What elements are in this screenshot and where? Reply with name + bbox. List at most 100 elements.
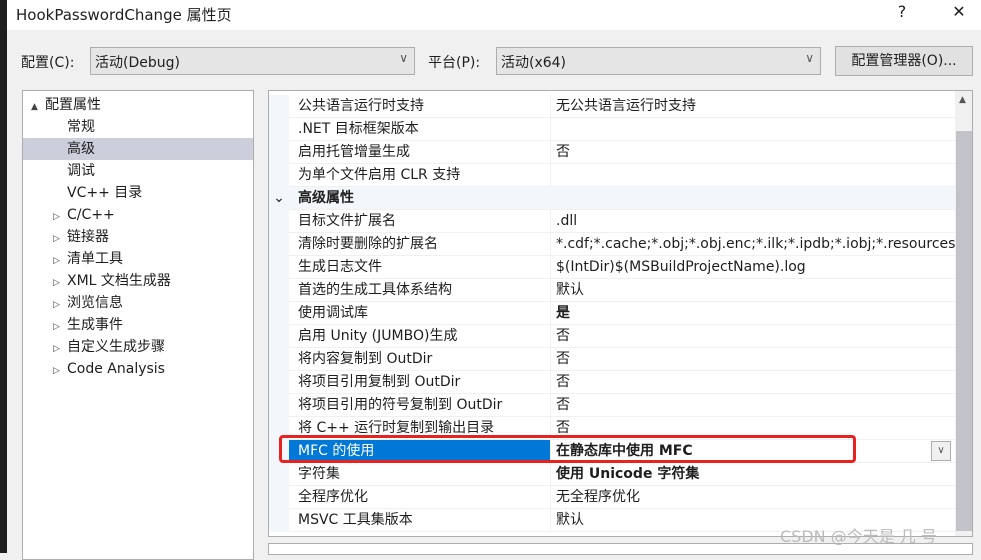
tree-item[interactable]: ▷ 链接器	[23, 226, 253, 248]
section-header[interactable]: ⌄ 高级属性	[269, 187, 955, 210]
expander-icon[interactable]: ▷	[53, 294, 67, 316]
property-row[interactable]: 将项目引用的符号复制到 OutDir 否	[269, 394, 955, 417]
scroll-up-icon[interactable]: ▲	[959, 95, 966, 105]
property-row[interactable]: 生成日志文件 $(IntDir)$(MSBuildProjectName).log	[269, 256, 955, 279]
property-value[interactable]: 无公共语言运行时支持	[551, 95, 955, 118]
row-gutter	[269, 302, 289, 325]
expander-icon[interactable]: ▷	[53, 360, 67, 382]
tree-item[interactable]: ▲ 配置属性	[23, 94, 253, 116]
property-row[interactable]: 全程序优化 无全程序优化	[269, 486, 955, 509]
property-name: 生成日志文件	[289, 256, 551, 279]
property-row[interactable]: 启用托管增量生成否	[269, 141, 955, 164]
tree-item[interactable]: ▷ 浏览信息	[23, 292, 253, 314]
help-button[interactable]: ?	[887, 2, 917, 21]
property-row[interactable]: 将项目引用复制到 OutDir 否	[269, 371, 955, 394]
expander-icon[interactable]: ▷	[53, 316, 67, 338]
property-value[interactable]: $(IntDir)$(MSBuildProjectName).log	[551, 256, 955, 279]
property-value[interactable]: 使用 Unicode 字符集	[551, 463, 955, 486]
mfc-dropdown-button[interactable]: ∨	[931, 441, 951, 461]
tree-item[interactable]: ▷ 生成事件	[23, 314, 253, 336]
tree-item[interactable]: 常规	[23, 116, 253, 138]
row-gutter	[269, 164, 289, 187]
property-name: 使用调试库	[289, 302, 551, 325]
row-gutter	[269, 233, 289, 256]
chevron-down-icon: ∨	[805, 51, 814, 65]
property-value[interactable]: .dll	[551, 210, 955, 233]
expander-icon[interactable]: ▲	[31, 96, 45, 118]
config-value: 活动(Debug)	[95, 55, 180, 71]
tree-item[interactable]: ▷ 清单工具	[23, 248, 253, 270]
property-row[interactable]: 为单个文件启用 CLR 支持	[269, 164, 955, 187]
property-row[interactable]: 启用 Unity (JUMBO)生成否	[269, 325, 955, 348]
property-value[interactable]: 默认	[551, 279, 955, 302]
row-gutter	[269, 394, 289, 417]
property-row[interactable]: .NET 目标框架版本	[269, 118, 955, 141]
tree-item-label: C/C++	[67, 207, 115, 223]
config-manager-button[interactable]: 配置管理器(O)...	[835, 46, 973, 76]
scrollbar-thumb[interactable]	[956, 131, 972, 531]
tree-item-label: 链接器	[67, 229, 109, 245]
property-value[interactable]: 否	[551, 325, 955, 348]
property-name: .NET 目标框架版本	[289, 118, 551, 141]
tree-item[interactable]: ▷ C/C++	[23, 204, 253, 226]
property-name: 为单个文件启用 CLR 支持	[289, 164, 551, 187]
property-row[interactable]: 目标文件扩展名 .dll	[269, 210, 955, 233]
tree-item[interactable]: VC++ 目录	[23, 182, 253, 204]
row-gutter	[269, 256, 289, 279]
property-value[interactable]: 无全程序优化	[551, 486, 955, 509]
platform-dropdown[interactable]: 活动(x64) ∨	[496, 47, 821, 75]
tree-item-label: XML 文档生成器	[67, 273, 171, 289]
config-dropdown[interactable]: 活动(Debug) ∨	[90, 47, 415, 75]
expander-icon[interactable]: ▷	[53, 272, 67, 294]
property-name: 将项目引用复制到 OutDir	[289, 371, 551, 394]
row-gutter	[269, 486, 289, 509]
tree-item-label: 调试	[67, 163, 95, 179]
expander-icon[interactable]: ▷	[53, 206, 67, 228]
property-row[interactable]: 清除时要删除的扩展名 *.cdf;*.cache;*.obj;*.obj.enc;…	[269, 233, 955, 256]
property-row[interactable]: 字符集 使用 Unicode 字符集	[269, 463, 955, 486]
tree-item-label: 常规	[67, 119, 95, 135]
tree-item[interactable]: ▷ 自定义生成步骤	[23, 336, 253, 358]
expander-icon[interactable]: ▷	[53, 338, 67, 360]
row-gutter	[269, 348, 289, 371]
tree-item-label: 生成事件	[67, 317, 123, 333]
config-label: 配置(C):	[21, 55, 75, 71]
property-value[interactable]	[551, 118, 955, 141]
row-gutter	[269, 118, 289, 141]
tree-item-label: VC++ 目录	[67, 185, 143, 201]
property-value[interactable]	[551, 187, 955, 210]
property-name: 将内容复制到 OutDir	[289, 348, 551, 371]
row-gutter	[269, 371, 289, 394]
expander-icon[interactable]: ▷	[53, 228, 67, 250]
tree-item-label: 浏览信息	[67, 295, 123, 311]
property-name: 启用托管增量生成	[289, 141, 551, 164]
row-gutter	[269, 141, 289, 164]
property-name: 将项目引用的符号复制到 OutDir	[289, 394, 551, 417]
tree-item[interactable]: ▷ XML 文档生成器	[23, 270, 253, 292]
close-button[interactable]: ✕	[944, 2, 974, 21]
platform-label: 平台(P):	[428, 55, 481, 71]
property-name: 全程序优化	[289, 486, 551, 509]
property-value[interactable]: 否	[551, 141, 955, 164]
property-row[interactable]: 首选的生成工具体系结构 默认	[269, 279, 955, 302]
tree-item[interactable]: 调试	[23, 160, 253, 182]
collapse-icon: ⌄	[269, 187, 289, 210]
property-value[interactable]: 是	[551, 302, 955, 325]
property-name: 首选的生成工具体系结构	[289, 279, 551, 302]
property-row[interactable]: 使用调试库是	[269, 302, 955, 325]
property-name: 清除时要删除的扩展名	[289, 233, 551, 256]
property-tree: ▲ 配置属性 常规 高级 调试 VC++ 目录 ▷ C/C++ ▷ 链接器 ▷ 清单工具 ▷ XML 文档…	[22, 90, 254, 560]
property-value[interactable]: 否	[551, 371, 955, 394]
tree-item-label: 高级	[67, 141, 95, 157]
expander-icon[interactable]: ▷	[53, 250, 67, 272]
tree-item[interactable]: ▷ Code Analysis	[23, 358, 253, 380]
property-value[interactable]: *.cdf;*.cache;*.obj;*.obj.enc;*.ilk;*.ip…	[551, 233, 955, 256]
property-row[interactable]: 公共语言运行时支持 无公共语言运行时支持	[269, 95, 955, 118]
property-value[interactable]: 否	[551, 348, 955, 371]
property-row[interactable]: 将内容复制到 OutDir 否	[269, 348, 955, 371]
property-value[interactable]	[551, 164, 955, 187]
property-value[interactable]: 否	[551, 394, 955, 417]
row-gutter	[269, 509, 289, 532]
scrollbar[interactable]: ▲	[955, 91, 972, 536]
tree-item[interactable]: 高级	[23, 138, 253, 160]
